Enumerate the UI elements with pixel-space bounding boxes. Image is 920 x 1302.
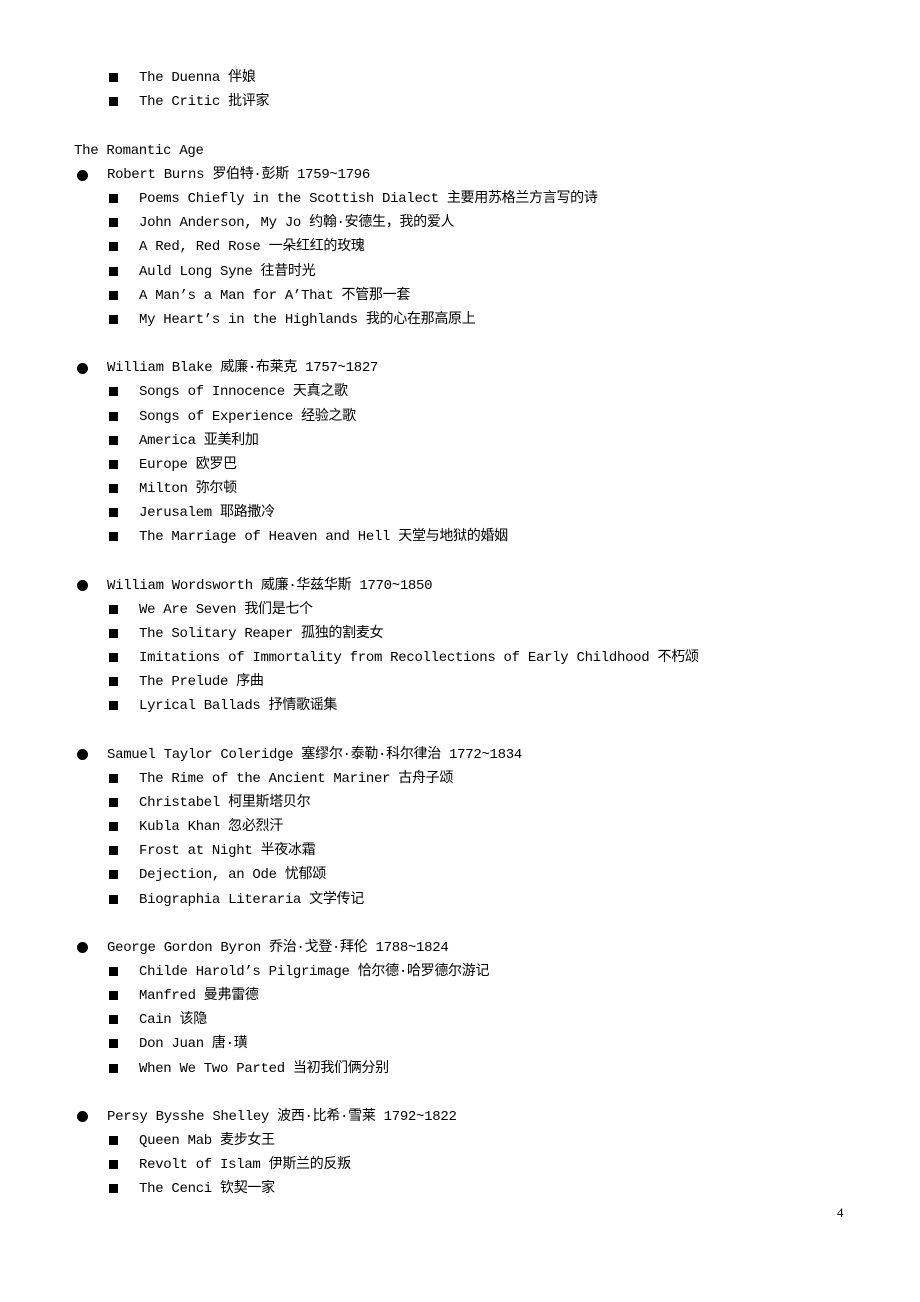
work-item: Dejection, an Ode 忧郁颂 bbox=[139, 867, 326, 884]
square-bullet-icon bbox=[109, 1160, 118, 1170]
round-bullet-icon bbox=[77, 1111, 88, 1123]
work-item: The Solitary Reaper 孤独的割麦女 bbox=[139, 625, 384, 642]
work-item: Songs of Experience 经验之歌 bbox=[139, 408, 356, 425]
square-bullet-icon bbox=[109, 508, 118, 518]
work-item: The Duenna 伴娘 bbox=[139, 70, 256, 86]
work-item: Revolt of Islam 伊斯兰的反叛 bbox=[139, 1157, 351, 1174]
work-item: America 亚美利加 bbox=[139, 432, 259, 449]
work-item: Jerusalem 耶路撒冷 bbox=[139, 505, 275, 522]
author-name: William Blake 威廉·布莱克 1757~1827 bbox=[107, 360, 379, 377]
work-item: Cain 该隐 bbox=[139, 1012, 207, 1029]
work-item: Europe 欧罗巴 bbox=[139, 456, 237, 473]
round-bullet-icon bbox=[77, 169, 88, 181]
square-bullet-icon bbox=[109, 966, 118, 976]
work-item: The Prelude 序曲 bbox=[139, 674, 264, 691]
square-bullet-icon bbox=[109, 1039, 118, 1049]
author-name: Robert Burns 罗伯特·彭斯 1759~1796 bbox=[107, 167, 370, 183]
square-bullet-icon bbox=[109, 459, 118, 469]
work-item: Manfred 曼弗雷德 bbox=[139, 988, 259, 1005]
square-bullet-icon bbox=[109, 532, 118, 542]
square-bullet-icon bbox=[109, 628, 118, 638]
square-bullet-icon bbox=[109, 266, 118, 276]
work-item: Poems Chiefly in the Scottish Dialect 主要… bbox=[139, 191, 598, 208]
square-bullet-icon bbox=[109, 314, 118, 324]
square-bullet-icon bbox=[109, 870, 118, 880]
work-item: A Man’s a Man for A’That 不管那一套 bbox=[139, 287, 411, 304]
square-bullet-icon bbox=[109, 435, 118, 445]
work-item: Childe Harold’s Pilgrimage 恰尔德·哈罗德尔游记 bbox=[139, 963, 490, 980]
author-name: Samuel Taylor Coleridge 塞缪尔·泰勒·科尔律治 1772… bbox=[107, 746, 522, 763]
work-item: John Anderson, My Jo 约翰·安德生，我的爱人 bbox=[139, 215, 455, 232]
round-bullet-icon bbox=[77, 749, 88, 761]
work-item: We Are Seven 我们是七个 bbox=[139, 601, 313, 618]
square-bullet-icon bbox=[109, 1136, 118, 1145]
work-item: Queen Mab 麦步女王 bbox=[139, 1133, 275, 1149]
work-item: The Marriage of Heaven and Hell 天堂与地狱的婚姻 bbox=[139, 529, 508, 546]
square-bullet-icon bbox=[109, 97, 118, 106]
round-bullet-icon bbox=[77, 580, 88, 592]
square-bullet-icon bbox=[109, 846, 118, 856]
work-item: Don Juan 唐·璜 bbox=[139, 1036, 248, 1053]
document-page: The Duenna 伴娘 The Critic 批评家 The Romanti… bbox=[0, 0, 920, 1302]
work-item: The Critic 批评家 bbox=[139, 94, 270, 110]
square-bullet-icon bbox=[109, 1184, 118, 1194]
page-number: 4 bbox=[837, 1205, 844, 1220]
work-item: My Heart’s in the Highlands 我的心在那高原上 bbox=[139, 311, 476, 328]
square-bullet-icon bbox=[109, 218, 118, 228]
square-bullet-icon bbox=[109, 483, 118, 493]
work-item: Christabel 柯里斯塔贝尔 bbox=[139, 794, 311, 811]
square-bullet-icon bbox=[109, 653, 118, 662]
work-item: Imitations of Immortality from Recollect… bbox=[139, 650, 699, 666]
work-item: Biographia Literaria 文学传记 bbox=[139, 891, 364, 908]
square-bullet-icon bbox=[109, 604, 118, 614]
square-bullet-icon bbox=[109, 822, 118, 832]
square-bullet-icon bbox=[109, 242, 118, 252]
work-item: A Red, Red Rose 一朵红红的玫瑰 bbox=[139, 239, 365, 256]
work-item: When We Two Parted 当初我们俩分别 bbox=[139, 1060, 389, 1077]
square-bullet-icon bbox=[109, 1015, 118, 1025]
square-bullet-icon bbox=[109, 290, 118, 300]
work-item: Frost at Night 半夜冰霜 bbox=[139, 843, 316, 860]
work-item: Kubla Khan 忽必烈汗 bbox=[139, 819, 283, 836]
work-item: Lyrical Ballads 抒情歌谣集 bbox=[139, 698, 338, 715]
round-bullet-icon bbox=[77, 362, 88, 374]
work-item: Songs of Innocence 天真之歌 bbox=[139, 384, 348, 401]
square-bullet-icon bbox=[109, 411, 118, 421]
square-bullet-icon bbox=[109, 991, 118, 1001]
round-bullet-icon bbox=[77, 942, 88, 954]
work-item: The Rime of the Ancient Mariner 古舟子颂 bbox=[139, 770, 454, 787]
author-name: Persy Bysshe Shelley 波西·比希·雪莱 1792~1822 bbox=[107, 1108, 457, 1125]
square-bullet-icon bbox=[109, 387, 118, 397]
square-bullet-icon bbox=[109, 894, 118, 904]
work-item: The Cenci 钦契一家 bbox=[139, 1181, 275, 1198]
square-bullet-icon bbox=[109, 773, 118, 783]
square-bullet-icon bbox=[109, 797, 118, 807]
work-item: Milton 弥尔顿 bbox=[139, 480, 237, 497]
square-bullet-icon bbox=[109, 73, 118, 82]
square-bullet-icon bbox=[109, 677, 118, 687]
square-bullet-icon bbox=[109, 701, 118, 711]
section-title: The Romantic Age bbox=[74, 143, 204, 159]
author-name: William Wordsworth 威廉·华兹华斯 1770~1850 bbox=[107, 577, 433, 594]
square-bullet-icon bbox=[109, 1063, 118, 1073]
author-name: George Gordon Byron 乔治·戈登·拜伦 1788~1824 bbox=[107, 939, 449, 956]
square-bullet-icon bbox=[109, 194, 118, 204]
work-item: Auld Long Syne 往昔时光 bbox=[139, 263, 316, 280]
